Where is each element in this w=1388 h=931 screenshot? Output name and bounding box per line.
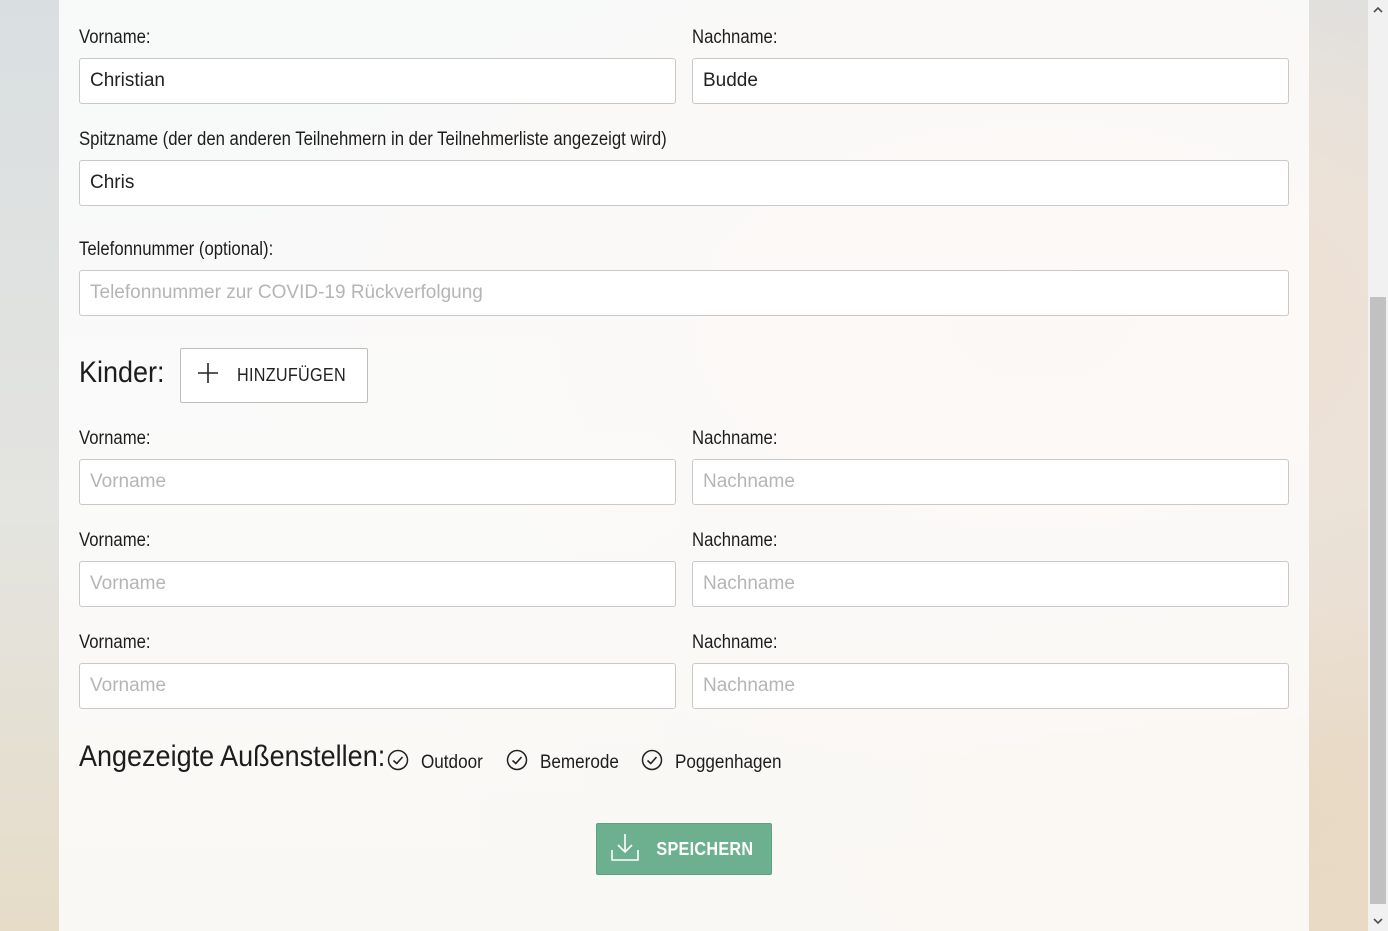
child-last-name-label: Nachname: (692, 530, 778, 551)
plus-icon (197, 362, 219, 389)
location-checkbox-bemerode[interactable]: Bemerode (506, 749, 628, 776)
location-checkbox-poggenhagen[interactable]: Poggenhagen (641, 749, 793, 776)
save-button[interactable]: SPEICHERN (596, 823, 772, 875)
first-name-label: Vorname: (79, 27, 151, 48)
child-last-name-label: Nachname: (692, 428, 778, 449)
add-child-button[interactable]: HINZUFÜGEN (180, 348, 368, 403)
child-first-name-input[interactable] (79, 663, 676, 709)
first-name-input[interactable] (79, 58, 676, 104)
child-last-name-input[interactable] (692, 561, 1289, 607)
nickname-input[interactable] (79, 160, 1289, 206)
download-icon (609, 831, 641, 868)
nickname-label: Spitzname (der den anderen Teilnehmern i… (79, 129, 667, 150)
child-first-name-label: Vorname: (79, 632, 151, 653)
phone-input[interactable] (79, 270, 1289, 316)
check-circle-icon (641, 749, 663, 776)
check-circle-icon (387, 749, 409, 776)
check-circle-icon (506, 749, 528, 776)
form-panel: Vorname: Nachname: Spitzname (der den an… (59, 0, 1309, 931)
child-first-name-input[interactable] (79, 561, 676, 607)
location-label: Poggenhagen (675, 751, 782, 773)
locations-heading: Angezeigte Außenstellen: (79, 740, 386, 773)
child-last-name-label: Nachname: (692, 632, 778, 653)
location-label: Bemerode (540, 751, 619, 773)
scroll-up-arrow-icon[interactable] (1368, 0, 1388, 20)
child-last-name-input[interactable] (692, 663, 1289, 709)
last-name-input[interactable] (692, 58, 1289, 104)
last-name-label: Nachname: (692, 27, 778, 48)
child-last-name-input[interactable] (692, 459, 1289, 505)
add-child-button-label: HINZUFÜGEN (236, 365, 346, 385)
child-first-name-label: Vorname: (79, 428, 151, 449)
children-heading: Kinder: (79, 356, 165, 389)
location-checkbox-outdoor[interactable]: Outdoor (387, 749, 490, 776)
phone-label: Telefonnummer (optional): (79, 239, 274, 260)
scroll-down-arrow-icon[interactable] (1368, 911, 1388, 931)
scrollbar-thumb[interactable] (1370, 297, 1386, 904)
location-label: Outdoor (421, 751, 483, 773)
save-button-label: SPEICHERN (656, 838, 754, 859)
child-first-name-input[interactable] (79, 459, 676, 505)
child-first-name-label: Vorname: (79, 530, 151, 551)
vertical-scrollbar[interactable] (1368, 0, 1388, 931)
